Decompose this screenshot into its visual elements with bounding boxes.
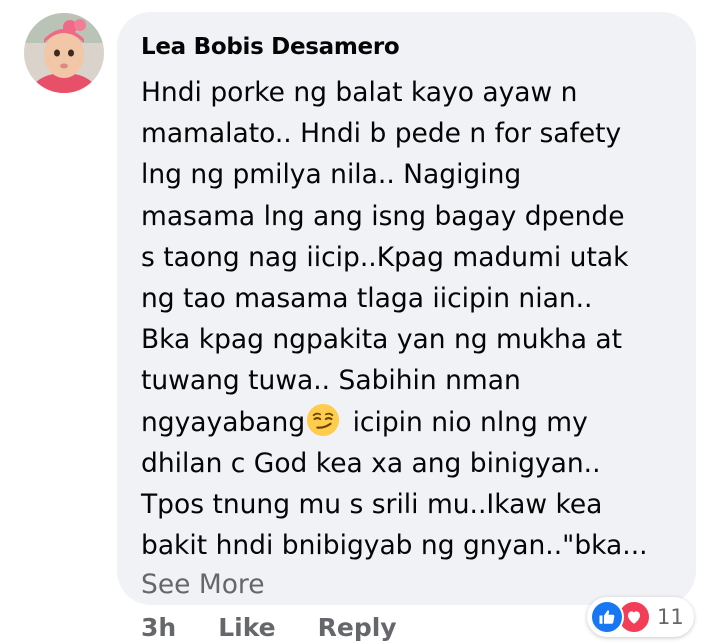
like-button[interactable]: Like [218,613,275,642]
reply-button[interactable]: Reply [318,613,397,642]
comment-author[interactable]: Lea Bobis Desamero [141,32,676,62]
comment-line-part: icipin nio nlng my [344,406,588,438]
see-more-link[interactable]: See More [141,568,676,602]
comment-line: Tpos tnung mu s srili mu..Ikaw kea [141,488,603,520]
comment-line: mamalato.. Hndi b pede n for safety [141,118,622,150]
comment-line: masama lng ang isng bagay dpende [141,200,625,232]
comment-line: dhilan c God kea xa ang binigyan.. [141,447,601,479]
smirking-face-emoji-icon [307,403,340,436]
reaction-summary[interactable]: 11 [587,597,694,637]
comment-line: lng ng pmilya nila.. Nagiging [141,159,522,191]
comment-line-with-emoji: ngyayabang icipin nio nlng my [141,402,676,443]
avatar[interactable] [24,13,104,93]
comment-line: ng tao masama tlaga iicipin nian.. [141,282,593,314]
comment-line-part: ngyayabang [141,406,306,438]
like-icon [590,600,624,634]
avatar-baby-photo [24,13,104,93]
comment-bubble: Lea Bobis Desamero Hndi porke ng balat k… [117,12,696,605]
comment-line: Bka kpag ngpakita yan ng mukha at [141,324,623,356]
comment-line: Hndi porke ng balat kayo ayaw n [141,77,578,108]
reaction-count: 11 [657,605,684,629]
comment-timestamp[interactable]: 3h [141,613,176,642]
comment-line: tuwang tuwa.. Sabihin nman [141,365,521,397]
comment-line: s taong nag iicip..Kpag madumi utak [141,241,629,273]
comment-text: Hndi porke ng balat kayo ayaw n mamalato… [141,72,676,566]
comment-line: bakit hndi bnibigyab ng gnyan.."bka... [141,530,648,562]
comment-actions: 3h Like Reply [141,610,397,644]
comment: Lea Bobis Desamero Hndi porke ng balat k… [0,0,720,644]
